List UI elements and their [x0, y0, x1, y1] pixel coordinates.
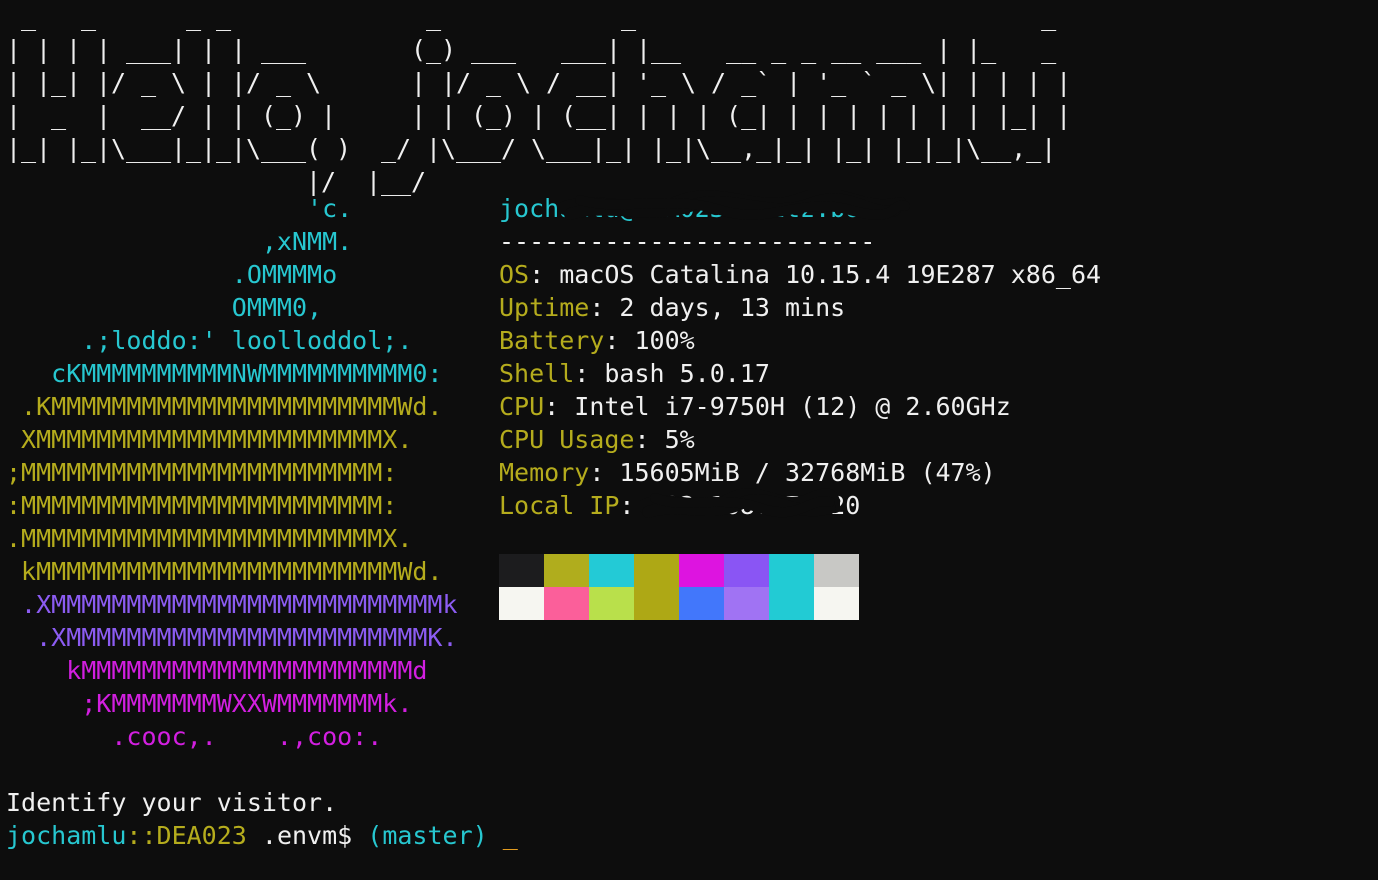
- hello-banner-ascii-art: _ _ _ _ _ _ _ | | | | ___| | | ___ (_) _…: [6, 2, 1072, 196]
- logo-line: kMMMMMMMMMMMMMMMMMMMMMMMMWd.: [6, 557, 443, 586]
- logo-line: XMMMMMMMMMMMMMMMMMMMMMMMX.: [6, 425, 413, 454]
- separator-text: -------------------------: [499, 227, 876, 256]
- color-swatch: [499, 554, 544, 587]
- info-value: 2 days, 13 mins: [619, 293, 846, 322]
- info-label: Shell: [499, 359, 575, 388]
- info-label: CPU: [499, 392, 545, 421]
- user-host-text: jochamlu@DEA023.fritz.box: [499, 194, 876, 223]
- info-value: 15605MiB / 32768MiB (47%): [619, 458, 996, 487]
- color-swatch: [589, 587, 634, 620]
- color-swatch: [679, 554, 724, 587]
- info-field-battery: Battery: 100%: [499, 326, 695, 355]
- logo-line: :MMMMMMMMMMMMMMMMMMMMMMMM:: [6, 491, 398, 520]
- logo-line: OMMM0,: [6, 293, 323, 322]
- color-swatch: [769, 587, 814, 620]
- info-label: Battery: [499, 326, 605, 355]
- logo-line: .OMMMMo: [6, 260, 338, 289]
- color-swatch: [589, 554, 634, 587]
- terminal-window[interactable]: _ _ _ _ _ _ _ | | | | ___| | | ___ (_) _…: [0, 0, 1378, 880]
- logo-line: .XMMMMMMMMMMMMMMMMMMMMMMMMMMk: [6, 590, 458, 619]
- info-value: 5%: [664, 425, 695, 454]
- info-label: Local IP: [499, 491, 620, 520]
- color-swatch: [724, 587, 769, 620]
- logo-line: ;MMMMMMMMMMMMMMMMMMMMMMMM:: [6, 458, 398, 487]
- color-swatch: [814, 554, 859, 587]
- logo-line: .KMMMMMMMMMMMMMMMMMMMMMMMWd.: [6, 392, 443, 421]
- info-label: Memory: [499, 458, 590, 487]
- logo-line: .XMMMMMMMMMMMMMMMMMMMMMMMMK.: [6, 623, 458, 652]
- info-value: bash 5.0.17: [604, 359, 770, 388]
- color-swatch: [544, 554, 589, 587]
- prompt-git-branch: (master): [367, 821, 488, 850]
- prompt-host: DEA023: [156, 821, 247, 850]
- info-field-os: OS: macOS Catalina 10.15.4 19E287 x86_64: [499, 260, 1102, 289]
- info-field-shell: Shell: bash 5.0.17: [499, 359, 770, 388]
- color-swatch: [724, 554, 769, 587]
- color-swatch: [769, 554, 814, 587]
- info-label: OS: [499, 260, 530, 289]
- info-field-cpu: CPU: Intel i7-9750H (12) @ 2.60GHz: [499, 392, 1011, 421]
- info-value: 192.168.178.20: [649, 491, 861, 520]
- prompt-separator: ::: [126, 821, 157, 850]
- separator-line: -------------------------: [499, 225, 1101, 258]
- logo-line: ,xNMM.: [6, 227, 353, 256]
- info-field-uptime: Uptime: 2 days, 13 mins: [499, 293, 846, 322]
- logo-line: cKMMMMMMMMMMNWMMMMMMMMMM0:: [6, 359, 443, 388]
- info-value: Intel i7-9750H (12) @ 2.60GHz: [574, 392, 1011, 421]
- info-field-local-ip: Local IP: 192.168.178.20: [499, 491, 861, 520]
- info-fields: OS: macOS Catalina 10.15.4 19E287 x86_64…: [499, 258, 1101, 522]
- info-value: macOS Catalina 10.15.4 19E287 x86_64: [559, 260, 1102, 289]
- shell-prompt[interactable]: jochamlu::DEA023 .envm$ (master) _: [6, 819, 518, 852]
- visitor-message: Identify your visitor.: [6, 788, 338, 817]
- info-label: CPU Usage: [499, 425, 635, 454]
- text-cursor[interactable]: _: [503, 821, 518, 850]
- user-host-line: jochamlu@DEA023.fritz.box: [499, 192, 1101, 225]
- logo-line: .MMMMMMMMMMMMMMMMMMMMMMMMX.: [6, 524, 413, 553]
- logo-line: ;KMMMMMMMWXXWMMMMMMMk.: [6, 689, 413, 718]
- color-swatch: [634, 554, 679, 587]
- info-field-cpu-usage: CPU Usage: 5%: [499, 425, 695, 454]
- color-swatch: [544, 587, 589, 620]
- color-swatch: [814, 587, 859, 620]
- info-label: Uptime: [499, 293, 590, 322]
- prompt-directory: .envm$: [246, 821, 368, 850]
- logo-line: kMMMMMMMMMMMMMMMMMMMMMMd: [6, 656, 428, 685]
- color-swatch: [634, 587, 679, 620]
- prompt-user: jochamlu: [6, 821, 127, 850]
- system-info-panel: jochamlu@DEA023.fritz.box --------------…: [499, 192, 1101, 522]
- logo-line: 'c.: [6, 194, 353, 223]
- logo-line: .cooc,. .,coo:.: [6, 722, 383, 751]
- color-swatch: [679, 587, 724, 620]
- info-field-memory: Memory: 15605MiB / 32768MiB (47%): [499, 458, 996, 487]
- logo-line: .;loddo:' loolloddol;.: [6, 326, 413, 355]
- color-swatch: [499, 587, 544, 620]
- apple-logo-ascii-art: 'c. ,xNMM. .OMMMMo OMMM0, .;loddo:' lool…: [6, 192, 458, 753]
- color-palette: [499, 554, 859, 620]
- info-value: 100%: [634, 326, 695, 355]
